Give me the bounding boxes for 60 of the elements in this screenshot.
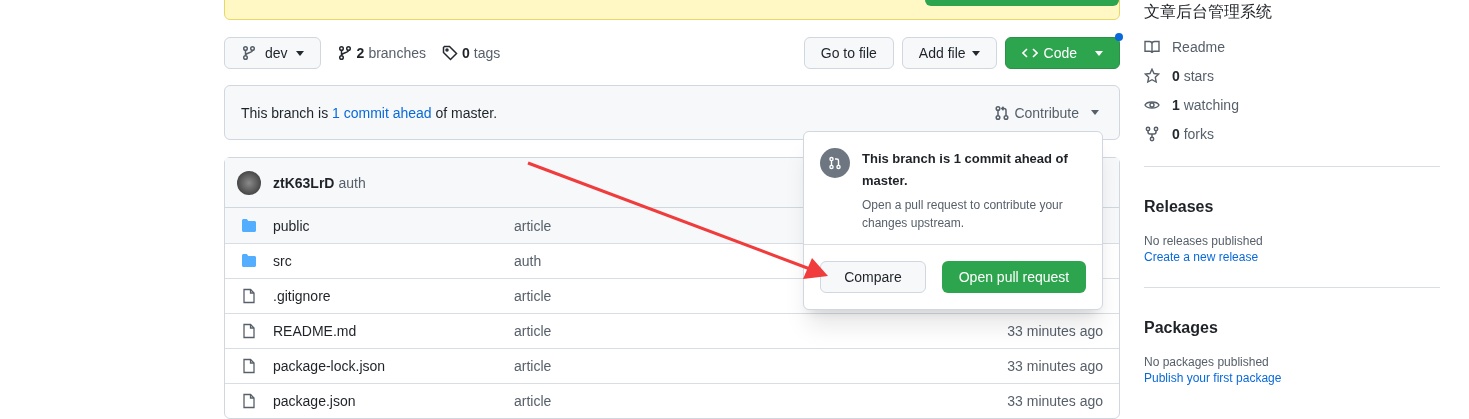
book-icon [1144,39,1160,55]
branches-label: branches [368,44,426,63]
popover-title: This branch is 1 commit ahead of master. [862,150,1069,190]
toolbar-button[interactable]: Go to file [803,37,894,69]
file-name[interactable]: README.md [273,321,514,341]
file-icon [241,393,257,409]
commit-message: article [514,392,552,411]
file-name[interactable]: public [273,215,514,236]
branches-count: 2 [356,44,365,63]
commit-message: article [514,287,552,306]
section-text: No packages published [1144,354,1270,370]
commit-time: 33 minutes ago [1007,392,1103,411]
caret-icon [1091,110,1099,115]
tags-count: 0 [461,44,470,63]
star-icon [1144,68,1160,84]
folder-icon [241,253,257,269]
section-heading: Releases [1144,197,1215,217]
commit-message: article [514,357,552,376]
section-link[interactable]: Publish your first package [1144,370,1440,386]
commits-ahead-link[interactable]: 1 commit ahead [332,104,432,121]
pull-request-badge-icon [820,148,850,178]
file-name[interactable]: package-lock.json [273,356,514,376]
fork-link[interactable]: 0 forks [1144,124,1440,144]
file-icon [241,323,257,339]
avatar [237,170,261,195]
commit-author[interactable]: ztK63LrD [273,172,335,193]
section-text: No releases published [1144,233,1264,249]
toolbar-button[interactable]: Add file [901,37,997,69]
commit-time: 33 minutes ago [1007,322,1103,341]
pull-request-icon [994,104,1011,121]
tag-icon [441,45,458,61]
branch-icon [241,45,257,61]
commit-message: auth [514,252,542,271]
file-name[interactable]: src [273,251,514,271]
file-name[interactable]: package.json [273,391,514,411]
compare-button[interactable]: Compare [820,261,926,293]
tags-link[interactable]: 0 tags [441,43,501,63]
branch-status-text: This branch is 1 commit ahead of master. [241,103,497,123]
commit-message: article [514,216,552,236]
caret-icon [295,50,304,56]
branch-select-button[interactable]: dev [224,37,321,69]
commit-message: auth [338,173,366,193]
file-icon [241,358,257,374]
section-heading: Packages [1144,318,1219,338]
tags-label: tags [473,44,501,63]
contribute-button[interactable]: Contribute [994,102,1099,123]
commit-time: 33 minutes ago [1007,357,1103,376]
branch-icon [336,45,353,61]
branches-link[interactable]: 2 branches [336,43,426,63]
popover-text: Open a pull request to contribute your changes upstream. [862,197,1064,232]
fork-icon [1144,126,1160,142]
folder-icon [241,217,257,234]
star-link[interactable]: 0 stars [1144,66,1440,86]
section-link[interactable]: Create a new release [1144,249,1440,265]
file-name[interactable]: .gitignore [273,286,514,306]
repo-description: 文章后台管理系统 [1144,2,1273,22]
book-link[interactable]: Readme [1144,37,1440,57]
eye-link[interactable]: 1 watching [1144,95,1440,115]
file-icon [241,288,257,304]
commit-message: article [514,322,552,341]
